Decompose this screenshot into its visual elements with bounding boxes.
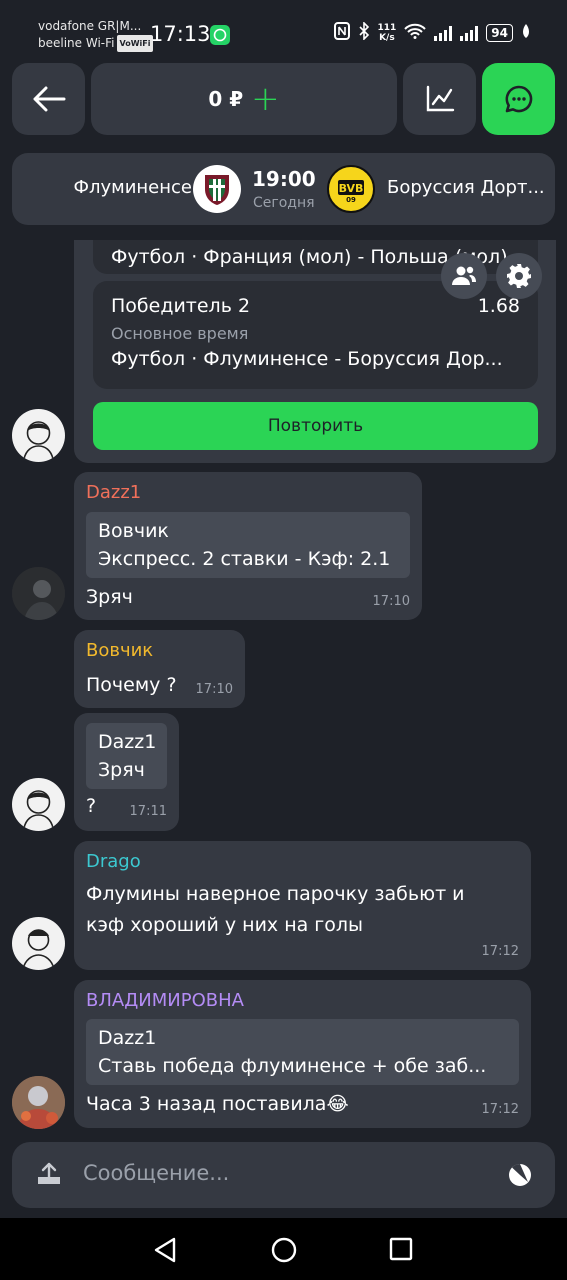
chat-messages[interactable]: Футбол · Франция (мол) - Польша (мол) По… — [0, 240, 567, 1135]
quote-author: Dazz1 — [98, 731, 157, 753]
message-text: Часа 3 назад поставила😂 — [86, 1093, 349, 1115]
plus-icon: + — [251, 79, 280, 119]
message-sender: Drago — [86, 851, 141, 872]
avatar[interactable] — [12, 409, 65, 462]
repeat-bet-button[interactable]: Повторить — [93, 402, 538, 450]
timer-icon[interactable] — [507, 1162, 533, 1192]
quote-text: Экспресс. 2 ставки - Кэф: 2.1 — [98, 548, 391, 570]
message-time: 17:10 — [195, 682, 233, 697]
avatar[interactable] — [12, 778, 65, 831]
match-day: Сегодня — [253, 195, 315, 211]
network-speed: 111 K/s — [377, 22, 397, 43]
quote-text: Зряч — [98, 759, 145, 781]
avatar[interactable] — [12, 567, 65, 620]
svg-text:BVB: BVB — [339, 182, 364, 195]
match-time: 19:00 — [252, 167, 316, 191]
upload-icon[interactable] — [36, 1161, 62, 1191]
avatar[interactable] — [12, 917, 65, 970]
message-sender: Dazz1 — [86, 482, 142, 503]
message-text: Зряч — [86, 586, 133, 608]
reply-quote[interactable]: Dazz1 Зряч — [86, 723, 167, 789]
stats-button[interactable] — [403, 63, 476, 135]
users-icon — [452, 266, 476, 285]
recents-nav-icon[interactable] — [389, 1236, 413, 1262]
status-icons: 111 K/s 94 — [333, 21, 532, 43]
system-nav-bar — [0, 1218, 567, 1280]
message-time: 17:11 — [129, 804, 167, 819]
message-text: Почему ? — [86, 674, 177, 696]
balance-button[interactable]: 0 ₽ + — [91, 63, 397, 135]
message-bubble[interactable]: ВЛАДИМИРОВНА Dazz1 Ставь победа флуминен… — [74, 980, 531, 1128]
home-team-name: Флуминенсе — [73, 177, 192, 198]
message-input[interactable]: Сообщение... — [83, 1161, 229, 1185]
quote-author: Вовчик — [98, 520, 169, 542]
chat-button[interactable] — [482, 63, 555, 135]
status-bar: vodafone GR|M... beeline Wi-Fi VoWiFi 17:… — [0, 0, 567, 62]
message-text: ? — [86, 795, 97, 817]
battery-level: 94 — [486, 23, 513, 42]
carrier-1: vodafone GR|M... — [38, 19, 142, 33]
borussia-logo-icon: BVB 09 — [327, 165, 375, 213]
match-header[interactable]: Флуминенсе 19:00 Сегодня BVB 09 Боруссия… — [12, 153, 555, 225]
chat-bubble-icon — [505, 85, 532, 113]
message-text-line-2: кэф хороший у них на голы — [86, 914, 364, 936]
svg-text:09: 09 — [346, 196, 356, 204]
bet-subtitle: Основное время — [111, 324, 249, 343]
settings-button[interactable] — [496, 253, 542, 299]
fluminense-logo-icon — [193, 165, 241, 213]
status-time: 17:13 — [150, 22, 211, 46]
message-sender: Вовчик — [86, 640, 154, 661]
quote-author: Dazz1 — [98, 1027, 157, 1049]
participants-button[interactable] — [441, 253, 487, 299]
home-nav-icon[interactable] — [270, 1236, 298, 1264]
back-nav-icon[interactable] — [152, 1236, 178, 1264]
carrier-2: beeline Wi-Fi — [38, 36, 115, 50]
nfc-icon — [333, 22, 350, 43]
carrier-info: vodafone GR|M... beeline Wi-Fi VoWiFi — [38, 18, 153, 52]
message-bubble[interactable]: Dazz1 Вовчик Экспресс. 2 ставки - Кэф: 2… — [74, 472, 422, 620]
wifi-icon — [404, 23, 427, 42]
signal-icon-1 — [434, 25, 453, 41]
message-sender: ВЛАДИМИРОВНА — [86, 990, 244, 1011]
leaf-icon — [521, 23, 531, 42]
reply-quote[interactable]: Dazz1 Ставь победа флуминенсе + обе заб.… — [86, 1019, 519, 1085]
bet-title: Победитель 2 — [111, 295, 251, 317]
reply-quote[interactable]: Вовчик Экспресс. 2 ставки - Кэф: 2.1 — [86, 512, 410, 578]
away-team-name: Боруссия Дорт... — [387, 177, 545, 198]
message-bubble[interactable]: Dazz1 Зряч ? 17:11 — [74, 713, 179, 831]
bluetooth-icon — [358, 21, 370, 43]
signal-icon-2 — [460, 25, 479, 41]
back-button[interactable] — [12, 63, 85, 135]
message-time: 17:12 — [481, 1102, 519, 1117]
message-input-bar: Сообщение... — [12, 1142, 555, 1208]
gear-icon — [507, 264, 531, 288]
bet-event: Футбол · Флуминенсе - Боруссия Дор... — [111, 348, 503, 370]
arrow-left-icon — [33, 86, 65, 112]
message-bubble[interactable]: Drago Флумины наверное парочку забьют и … — [74, 841, 531, 970]
message-time: 17:10 — [372, 594, 410, 609]
chart-icon — [426, 85, 454, 112]
quote-text: Ставь победа флуминенсе + обе заб... — [98, 1055, 487, 1077]
avatar[interactable] — [12, 1076, 65, 1129]
vowifi-badge: VoWiFi — [117, 35, 153, 52]
message-bubble[interactable]: Вовчик Почему ? 17:10 — [74, 630, 245, 708]
message-text-line-1: Флумины наверное парочку забьют и — [86, 883, 465, 905]
message-time: 17:12 — [481, 944, 519, 959]
whatsapp-icon — [210, 25, 230, 45]
balance-amount: 0 ₽ — [208, 87, 244, 111]
